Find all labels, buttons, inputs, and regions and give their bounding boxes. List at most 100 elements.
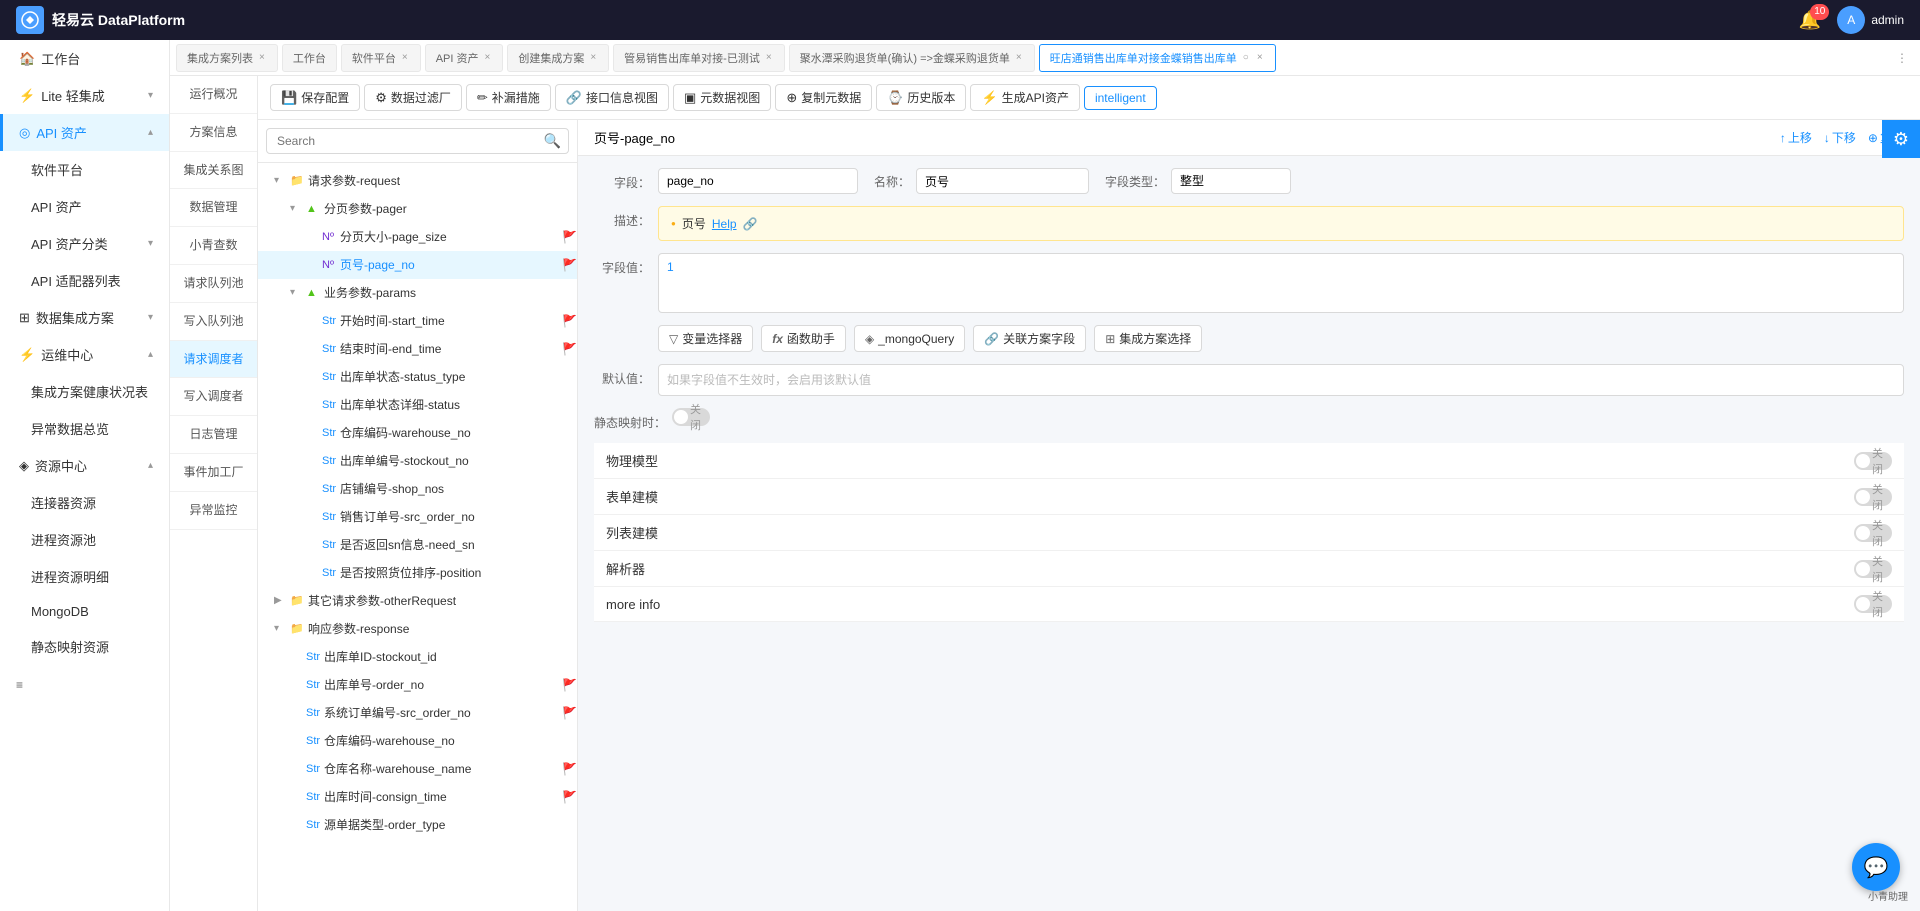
tab-create-schema[interactable]: 创建集成方案 × (507, 44, 609, 72)
tab-close-btn[interactable]: × (1255, 52, 1265, 63)
tree-node-resp-warehouse-no[interactable]: Str 仓库编码-warehouse_no (258, 727, 577, 755)
tab-jushuitan[interactable]: 聚水潭采购退货单(确认) =>金蝶采购退货单 × (789, 44, 1035, 72)
nav-item-write-throttle[interactable]: 写入调度者 (170, 378, 257, 416)
tab-close-icon[interactable]: ○ (1241, 52, 1251, 63)
nav-item-schema-info[interactable]: 方案信息 (170, 114, 257, 152)
func-helper-button[interactable]: fx 函数助手 (761, 325, 846, 352)
tab-close-icon[interactable]: × (588, 52, 598, 63)
tree-node-page-size[interactable]: Nº 分页大小-page_size 🚩 (258, 223, 577, 251)
nav-item-exception-monitor[interactable]: 异常监控 (170, 492, 257, 530)
nav-item-log-mgmt[interactable]: 日志管理 (170, 416, 257, 454)
sidebar-item-resource[interactable]: ◈ 资源中心 ▴ (0, 447, 169, 484)
type-select[interactable]: 整型 字符串 浮点型 布尔型 数组 对象 (1171, 168, 1291, 194)
search-input[interactable] (266, 128, 569, 154)
var-selector-button[interactable]: ▽ 变量选择器 (658, 325, 753, 352)
default-val-box[interactable]: 如果字段值不生效时，会启用该默认值 (658, 364, 1904, 396)
schema-select-button[interactable]: ⊞ 集成方案选择 (1094, 325, 1202, 352)
field-value-box[interactable]: 1 (658, 253, 1904, 313)
tree-node-status[interactable]: Str 出库单状态详细-status (258, 391, 577, 419)
name-input[interactable] (916, 168, 1089, 194)
tree-node-other-request[interactable]: ▶ 📁 其它请求参数-otherRequest (258, 587, 577, 615)
tree-node-resp-src-order-no[interactable]: Str 系统订单编号-src_order_no 🚩 (258, 699, 577, 727)
help-link[interactable]: Help (712, 217, 737, 231)
tree-node-response[interactable]: ▾ 📁 响应参数-response (258, 615, 577, 643)
tree-node-order-no[interactable]: Str 出库单号-order_no 🚩 (258, 671, 577, 699)
tab-integration-list[interactable]: 集成方案列表 × (176, 44, 278, 72)
tab-software-platform[interactable]: 软件平台 × (341, 44, 421, 72)
data-filter-button[interactable]: ⚙ 数据过滤厂 (364, 84, 462, 111)
tab-api-asset[interactable]: API 资产 × (425, 44, 504, 72)
tree-node-order-type[interactable]: Str 源单据类型-order_type (258, 811, 577, 839)
sidebar-item-ops-exception[interactable]: 异常数据总览 (0, 410, 169, 447)
sidebar-item-software-platform[interactable]: 软件平台 (0, 151, 169, 188)
nav-item-event-factory[interactable]: 事件加工厂 (170, 454, 257, 492)
intelligent-button[interactable]: intelligent (1084, 86, 1157, 110)
sidebar-item-ops-health[interactable]: 集成方案健康状况表 (0, 373, 169, 410)
sidebar-item-api-asset[interactable]: ◎ API 资产 ▴ (0, 114, 169, 151)
tab-close-icon[interactable]: × (1014, 52, 1024, 63)
physical-model-toggle[interactable]: 关闭 (1854, 452, 1892, 470)
tabs-more-button[interactable]: ⋮ (1888, 51, 1916, 65)
sidebar-collapse-btn[interactable]: ≡ (0, 665, 169, 705)
tree-node-warehouse-no[interactable]: Str 仓库编码-warehouse_no (258, 419, 577, 447)
sidebar-item-static-map[interactable]: 静态映射资源 (0, 628, 169, 665)
list-model-toggle[interactable]: 关闭 (1854, 524, 1892, 542)
history-button[interactable]: ⌚ 历史版本 (876, 84, 966, 111)
tab-close-icon[interactable]: × (400, 52, 410, 63)
tab-close-icon[interactable]: × (257, 52, 267, 63)
sidebar-item-api-adapter[interactable]: API 适配器列表 (0, 262, 169, 299)
field-input[interactable] (658, 168, 858, 194)
tab-wangdiantong[interactable]: 旺店通销售出库单对接金蝶销售出库单 ○ × (1039, 44, 1276, 72)
meta-view-button[interactable]: ▣ 元数据视图 (673, 84, 771, 111)
sidebar-item-workbench[interactable]: 🏠 工作台 (0, 40, 169, 77)
tree-node-warehouse-name[interactable]: Str 仓库名称-warehouse_name 🚩 (258, 755, 577, 783)
tree-node-need-sn[interactable]: Str 是否返回sn信息-need_sn (258, 531, 577, 559)
notification-button[interactable]: 🔔 10 (1799, 10, 1821, 31)
tab-guanyi[interactable]: 管易销售出库单对接-已测试 × (613, 44, 785, 72)
sidebar-item-proc-detail[interactable]: 进程资源明细 (0, 558, 169, 595)
nav-item-request-throttle[interactable]: 请求调度者 (170, 341, 257, 379)
static-map-toggle[interactable]: 关闭 (672, 408, 710, 426)
nav-item-xiao-qing[interactable]: 小青查数 (170, 227, 257, 265)
tab-close-icon[interactable]: × (482, 52, 492, 63)
mongo-query-button[interactable]: ◈ _mongoQuery (854, 325, 965, 352)
user-menu[interactable]: A admin (1837, 6, 1904, 34)
tree-node-consign-time[interactable]: Str 出库时间-consign_time 🚩 (258, 783, 577, 811)
tab-workbench[interactable]: 工作台 (282, 44, 337, 72)
save-config-button[interactable]: 💾 保存配置 (270, 84, 360, 111)
tree-node-position[interactable]: Str 是否按照货位排序-position (258, 559, 577, 587)
tree-node-stockout-id[interactable]: Str 出库单ID-stockout_id (258, 643, 577, 671)
parser-toggle[interactable]: 关闭 (1854, 560, 1892, 578)
gen-api-button[interactable]: ⚡ 生成API资产 (970, 84, 1080, 111)
tree-node-stockout-no[interactable]: Str 出库单编号-stockout_no (258, 447, 577, 475)
sidebar-item-data-solution[interactable]: ⊞ 数据集成方案 ▾ (0, 299, 169, 336)
tree-node-params[interactable]: ▾ ▲ 业务参数-params (258, 279, 577, 307)
settings-gear-button[interactable]: ⚙ (1882, 120, 1920, 158)
tree-node-shop-nos[interactable]: Str 店铺编号-shop_nos (258, 475, 577, 503)
tree-node-start-time[interactable]: Str 开始时间-start_time 🚩 (258, 307, 577, 335)
chat-assistant-button[interactable]: 💬 (1852, 843, 1900, 891)
tree-node-page-no[interactable]: Nº 页号-page_no 🚩 (258, 251, 577, 279)
tree-node-pager[interactable]: ▾ ▲ 分页参数-pager (258, 195, 577, 223)
sidebar-item-mongodb[interactable]: MongoDB (0, 595, 169, 628)
sidebar-item-ops[interactable]: ⚡ 运维中心 ▴ (0, 336, 169, 373)
copy-data-button[interactable]: ⊕ 复制元数据 (775, 84, 872, 111)
api-info-button[interactable]: 🔗 接口信息视图 (555, 84, 669, 111)
nav-item-write-queue[interactable]: 写入队列池 (170, 303, 257, 341)
sidebar-item-api-resource[interactable]: API 资产 (0, 188, 169, 225)
tab-close-icon[interactable]: × (764, 52, 774, 63)
nav-item-request-queue[interactable]: 请求队列池 (170, 265, 257, 303)
sidebar-item-connectors[interactable]: 连接器资源 (0, 484, 169, 521)
more-info-toggle[interactable]: 关闭 (1854, 595, 1892, 613)
move-up-action[interactable]: ↑ 上移 (1780, 129, 1812, 146)
nav-item-data-mgmt[interactable]: 数据管理 (170, 189, 257, 227)
tree-node-src-order-no[interactable]: Str 销售订单号-src_order_no (258, 503, 577, 531)
nav-item-schema-relation[interactable]: 集成关系图 (170, 152, 257, 190)
form-model-toggle[interactable]: 关闭 (1854, 488, 1892, 506)
move-down-action[interactable]: ↓ 下移 (1824, 129, 1856, 146)
tree-node-request[interactable]: ▾ 📁 请求参数-request (258, 167, 577, 195)
sidebar-item-api-category[interactable]: API 资产分类 ▾ (0, 225, 169, 262)
relate-field-button[interactable]: 🔗 关联方案字段 (973, 325, 1086, 352)
sidebar-item-proc-pool[interactable]: 进程资源池 (0, 521, 169, 558)
sidebar-item-lite[interactable]: ⚡ Lite 轻集成 ▾ (0, 77, 169, 114)
